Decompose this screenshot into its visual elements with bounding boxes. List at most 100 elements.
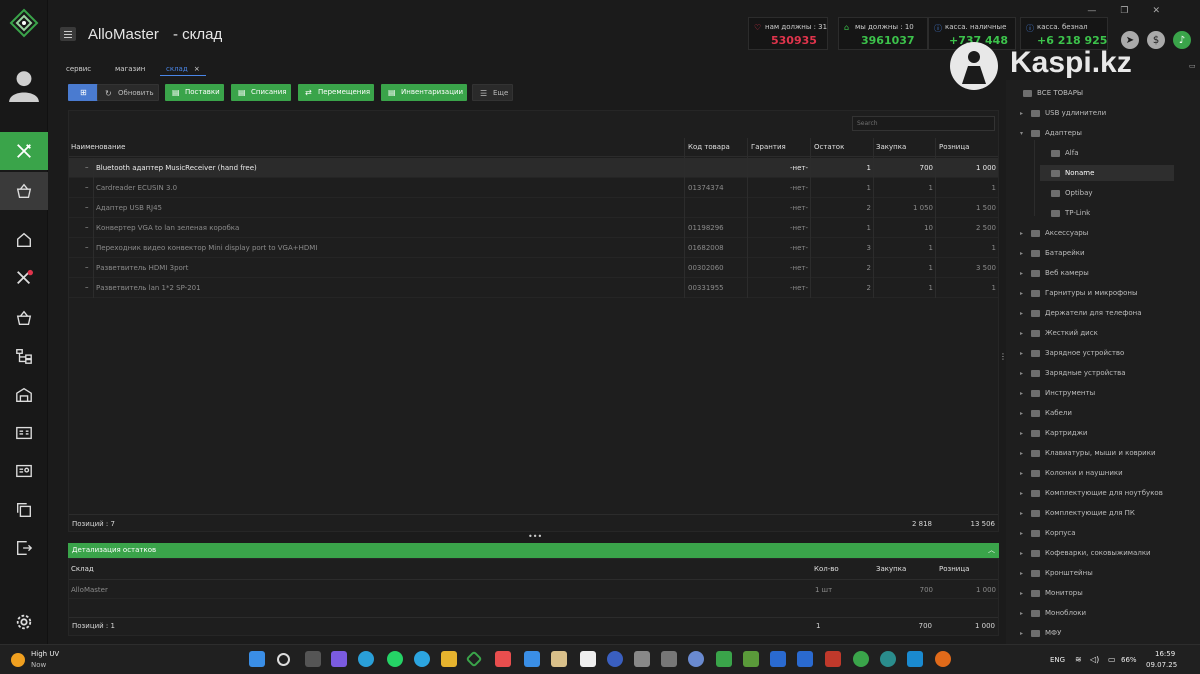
tree-caret-icon[interactable]: ▸ — [1020, 570, 1026, 577]
search-input[interactable]: Search — [852, 116, 995, 131]
tree-caret-icon[interactable]: ▸ — [1020, 230, 1026, 237]
row-expander-icon[interactable]: – — [85, 243, 89, 251]
tree-item[interactable]: ▸ Корпуса — [1020, 529, 1076, 537]
notepad-icon[interactable] — [580, 651, 596, 667]
tree-caret-icon[interactable]: ▸ — [1020, 590, 1026, 597]
row-expander-icon[interactable]: – — [85, 203, 89, 211]
copilot-icon[interactable] — [331, 651, 347, 667]
tree-item[interactable]: ▸ Зарядные устройства — [1020, 369, 1126, 377]
writeoffs-button[interactable]: ▤ Списания — [231, 84, 291, 101]
row-expander-icon[interactable]: – — [85, 183, 89, 191]
tree-item[interactable]: ▸ Кофеварки, соковыжималки — [1020, 549, 1151, 557]
detail-col-retail[interactable]: Розница — [939, 565, 969, 573]
app-icon[interactable] — [551, 651, 567, 667]
maximize-icon[interactable]: ❐ — [1120, 6, 1128, 16]
ad-app-icon[interactable] — [716, 651, 732, 667]
whatsapp-icon[interactable] — [387, 651, 403, 667]
tree-structure-icon[interactable] — [0, 338, 48, 374]
tree-item[interactable]: Optibay — [1040, 189, 1093, 197]
snipping-tool-icon[interactable] — [495, 651, 511, 667]
splitter-handle-icon[interactable]: ••• — [528, 532, 542, 541]
start-menu-icon[interactable] — [249, 651, 265, 667]
tree-item[interactable]: Alfa — [1040, 149, 1079, 157]
copy-icon[interactable] — [0, 492, 48, 528]
settings-gear-icon[interactable] — [0, 604, 48, 640]
tab-shop[interactable]: магазин — [109, 62, 151, 76]
filezilla-icon[interactable] — [825, 651, 841, 667]
edge-icon[interactable] — [358, 651, 374, 667]
col-header-warranty[interactable]: Гарантия — [751, 143, 786, 151]
weather-title[interactable]: High UV — [31, 650, 59, 658]
tree-item[interactable]: TP-Link — [1040, 209, 1090, 217]
tree-item[interactable]: ▸ Держатели для телефона — [1020, 309, 1142, 317]
tree-caret-icon[interactable]: ▸ — [1020, 330, 1026, 337]
row-expander-icon[interactable]: – — [85, 223, 89, 231]
tree-item[interactable]: ▸ Батарейки — [1020, 249, 1085, 257]
tree-item[interactable]: ▸ Инструменты — [1020, 389, 1095, 397]
tree-item[interactable]: ▸ Кабели — [1020, 409, 1072, 417]
more-button[interactable]: ☰ Еще — [472, 84, 514, 101]
collapse-chevron-icon[interactable]: ︿ — [988, 543, 995, 558]
tree-caret-icon[interactable]: ▸ — [1020, 370, 1026, 377]
printer-icon[interactable] — [634, 651, 650, 667]
table-row[interactable]: – Bluetooth адаптер MusicReceiver (hand f… — [69, 158, 998, 178]
tree-caret-icon[interactable]: ▸ — [1020, 310, 1026, 317]
tab-warehouse[interactable]: склад × — [160, 62, 206, 76]
clock-date[interactable]: 09.07.25 — [1146, 661, 1177, 669]
language-indicator[interactable]: ENG — [1050, 656, 1065, 664]
table-row[interactable]: – Cardreader ECUSIN 3.0 01374374 -нет- 1 1 1 — [69, 178, 998, 198]
tree-caret-icon[interactable]: ▸ — [1020, 450, 1026, 457]
nav-shop-button[interactable] — [0, 172, 48, 210]
search-icon[interactable] — [277, 653, 290, 666]
arduino-icon[interactable] — [907, 651, 923, 667]
tree-caret-icon[interactable]: ▾ — [1020, 130, 1026, 137]
tree-item[interactable]: ▸ Аксессуары — [1020, 229, 1088, 237]
tree-item[interactable]: ▸ Клавиатуры, мыши и коврики — [1020, 449, 1156, 457]
home-icon[interactable] — [0, 222, 48, 258]
export-icon[interactable] — [0, 530, 48, 566]
inventory-button[interactable]: ▤ Инвентаризации — [381, 84, 468, 101]
mail-icon[interactable] — [524, 651, 540, 667]
volume-icon[interactable]: ◁) — [1090, 655, 1099, 664]
tree-item[interactable]: ▾ Адаптеры — [1020, 129, 1082, 137]
tree-item[interactable]: Noname — [1040, 165, 1174, 181]
kpi-owed-to-us[interactable]: ♡ нам должны : 31 530935 — [748, 17, 828, 50]
table-row[interactable]: – Адаптер USB RJ45 -нет- 2 1 050 1 500 — [69, 198, 998, 218]
c-app-icon[interactable] — [607, 651, 623, 667]
tree-caret-icon[interactable]: ▸ — [1020, 110, 1026, 117]
app-icon[interactable] — [880, 651, 896, 667]
wifi-icon[interactable]: ≋ — [1075, 655, 1082, 664]
col-header-retail[interactable]: Розница — [939, 143, 969, 151]
row-expander-icon[interactable]: – — [85, 163, 89, 171]
col-header-name[interactable]: Наименование — [71, 143, 125, 151]
tree-caret-icon[interactable]: ▸ — [1020, 510, 1026, 517]
1c-app-icon[interactable] — [797, 651, 813, 667]
telegram-app-icon[interactable] — [414, 651, 430, 667]
tree-item[interactable]: ▸ Комплектующие для ПК — [1020, 509, 1135, 517]
tree-item[interactable]: ▸ Веб камеры — [1020, 269, 1089, 277]
tree-caret-icon[interactable]: ▸ — [1020, 270, 1026, 277]
detail-row[interactable]: AlloMaster 1 шт 700 1 000 — [69, 580, 998, 599]
moves-button[interactable]: ⇄ Перемещения — [298, 84, 375, 101]
tree-caret-icon[interactable]: ▸ — [1020, 610, 1026, 617]
tree-item[interactable]: ▸ МФУ — [1020, 629, 1061, 637]
id-card-icon[interactable] — [0, 415, 48, 451]
detail-col-purchase[interactable]: Закупка — [876, 565, 906, 573]
app-icon[interactable] — [935, 651, 951, 667]
tree-item[interactable]: ▸ Колонки и наушники — [1020, 469, 1123, 477]
tree-caret-icon[interactable]: ▸ — [1020, 410, 1026, 417]
tree-caret-icon[interactable]: ▸ — [1020, 630, 1026, 637]
app-icon[interactable] — [853, 651, 869, 667]
table-row[interactable]: – Разветвитель HDMI 3port 00302060 -нет- 2 1 3… — [69, 258, 998, 278]
tree-item[interactable]: ▸ Жесткий диск — [1020, 329, 1098, 337]
refresh-button[interactable]: ↻ Обновить — [97, 84, 159, 101]
avatar[interactable] — [0, 60, 48, 110]
col-header-stock[interactable]: Остаток — [814, 143, 844, 151]
tree-item[interactable]: ▸ Комплектующие для ноутбуков — [1020, 489, 1163, 497]
tree-item[interactable]: ▸ Кронштейны — [1020, 569, 1093, 577]
kpi-we-owe[interactable]: ⌂ мы должны : 10 3961037 — [838, 17, 928, 50]
1c-app-icon[interactable] — [770, 651, 786, 667]
tools-icon[interactable] — [0, 260, 48, 296]
close-icon[interactable]: ✕ — [1152, 6, 1160, 16]
warehouse-icon[interactable] — [0, 377, 48, 413]
